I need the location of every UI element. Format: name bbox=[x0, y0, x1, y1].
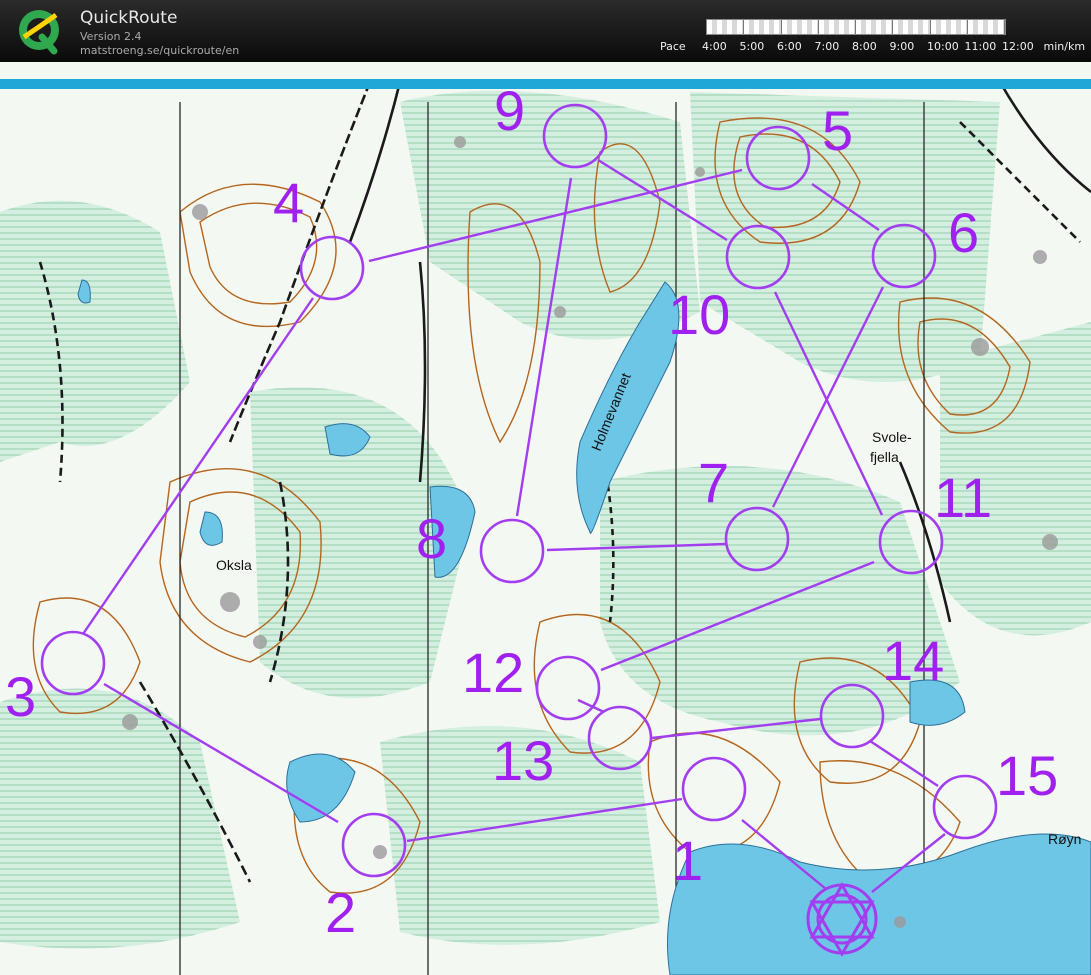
control-number-7: 7 bbox=[698, 451, 729, 514]
app-url: matstroeng.se/quickroute/en bbox=[80, 44, 240, 57]
quickroute-logo-icon bbox=[19, 10, 59, 55]
control-number-3: 3 bbox=[5, 665, 36, 728]
placename-royn: Røyn bbox=[1048, 831, 1081, 847]
pace-tick: 8:00 bbox=[852, 40, 877, 53]
placename-svolefjella-2: fjella bbox=[870, 449, 899, 465]
pace-tick: 10:00 bbox=[927, 40, 959, 53]
pace-tick: 12:00 bbox=[1002, 40, 1034, 53]
app-title: QuickRoute bbox=[80, 8, 178, 28]
pace-label: Pace bbox=[660, 40, 686, 53]
pace-tick: 5:00 bbox=[739, 40, 765, 53]
control-number-15: 15 bbox=[996, 744, 1058, 807]
control-number-13: 13 bbox=[492, 729, 554, 792]
control-number-12: 12 bbox=[462, 641, 524, 704]
control-number-6: 6 bbox=[948, 201, 979, 264]
map-canvas[interactable]: Holmevannet Okslа Svole- fjella Røyn 1 2… bbox=[0, 62, 1091, 975]
control-number-14: 14 bbox=[882, 629, 944, 692]
pace-tick: 9:00 bbox=[889, 40, 915, 53]
accent-bar bbox=[0, 79, 1091, 89]
pace-tick: 7:00 bbox=[814, 40, 840, 53]
control-number-11: 11 bbox=[934, 466, 992, 529]
placename-oksla: Okslа bbox=[216, 557, 252, 573]
app-version: Version 2.4 bbox=[80, 30, 142, 43]
control-number-8: 8 bbox=[416, 507, 447, 570]
control-number-2: 2 bbox=[325, 881, 356, 944]
placename-svolefjella-1: Svole- bbox=[872, 429, 912, 445]
pace-tick: 6:00 bbox=[777, 40, 802, 53]
control-number-5: 5 bbox=[822, 99, 853, 162]
control-number-1: 1 bbox=[672, 829, 703, 892]
app-header: QuickRoute Version 2.4 matstroeng.se/qui… bbox=[0, 0, 1091, 62]
pace-tick: 11:00 bbox=[964, 40, 997, 53]
orienteering-map[interactable]: Holmevannet Okslа Svole- fjella Røyn 1 2… bbox=[0, 62, 1091, 975]
pace-tick: 4:00 bbox=[702, 40, 727, 53]
pace-legend: Pace 4:00 5:00 6:00 7:00 8:00 9:00 10:00… bbox=[660, 40, 1085, 53]
pace-unit: min/km bbox=[1043, 40, 1086, 53]
pace-color-scale bbox=[706, 19, 1006, 35]
control-number-10: 10 bbox=[668, 283, 730, 346]
control-number-4: 4 bbox=[273, 171, 304, 234]
